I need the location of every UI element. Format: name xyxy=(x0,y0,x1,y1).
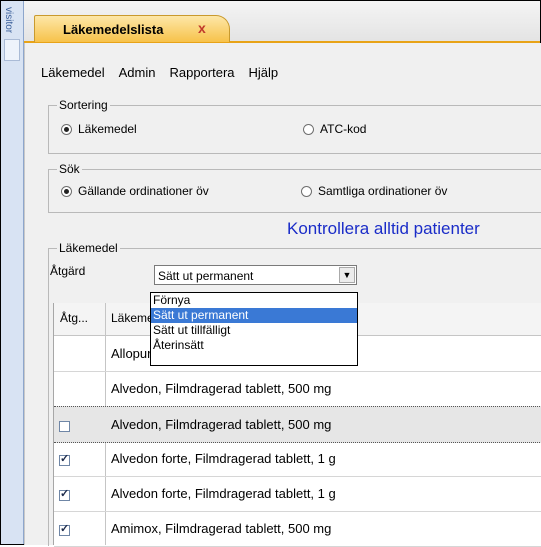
medication-name-cell: Alvedon forte, Filmdragerad tablett, 1 g xyxy=(111,486,336,501)
tab-lakemedelslista[interactable]: Läkemedelslista x xyxy=(34,15,230,42)
tab-title: Läkemedelslista xyxy=(63,22,164,37)
radio-label: ATC-kod xyxy=(320,122,367,136)
row-checkbox[interactable] xyxy=(59,522,70,536)
sok-group: Sök Gällande ordinationer öv Samtliga or… xyxy=(48,162,541,213)
radio-sok-samtliga[interactable]: Samtliga ordinationer öv xyxy=(301,184,447,198)
row-checkbox[interactable] xyxy=(59,421,70,432)
atgard-dropdown-list: Förnya Sätt ut permanent Sätt ut tillfäl… xyxy=(150,292,358,366)
radio-empty-icon xyxy=(301,185,312,197)
dropdown-option-aterinsatt[interactable]: Återinsätt xyxy=(151,338,357,353)
table-row[interactable]: Alvedon, Filmdragerad tablett, 500 mg xyxy=(54,406,541,443)
side-panel-label: visitor xyxy=(3,7,14,34)
dropdown-option-satt-ut-tillfalligt[interactable]: Sätt ut tillfälligt xyxy=(151,323,357,338)
medication-name-cell: Alvedon, Filmdragerad tablett, 500 mg xyxy=(111,417,332,432)
medication-name-cell: Alvedon, Filmdragerad tablett, 500 mg xyxy=(111,381,332,396)
side-panel-handle[interactable] xyxy=(4,39,20,61)
atgard-select[interactable]: Sätt ut permanent ▼ xyxy=(154,265,357,285)
atgard-label: Åtgärd xyxy=(50,264,86,278)
menu-admin[interactable]: Admin xyxy=(119,65,156,80)
table-row[interactable]: Alvedon forte, Filmdragerad tablett, 1 g xyxy=(54,476,541,512)
radio-label: Gällande ordinationer öv xyxy=(78,184,209,198)
medication-name-cell: Alvedon forte, Filmdragerad tablett, 1 g xyxy=(111,451,336,466)
radio-label: Samtliga ordinationer öv xyxy=(318,184,448,198)
column-header-atgard[interactable]: Åtg... xyxy=(60,311,88,325)
dropdown-option-fornya[interactable]: Förnya xyxy=(151,293,357,308)
radio-selected-icon xyxy=(61,123,72,135)
atgard-select-value: Sätt ut permanent xyxy=(158,269,254,283)
warning-text: Kontrollera alltid patienter xyxy=(287,219,480,238)
table-row[interactable]: Alvedon forte, Filmdragerad tablett, 1 g xyxy=(54,441,541,477)
lakemedel-title: Läkemedel xyxy=(57,241,120,255)
row-checkbox[interactable] xyxy=(59,452,70,466)
table-row[interactable]: Amimox, Filmdragerad tablett, 500 mg xyxy=(54,511,541,547)
main-content: Läkemedel Admin Rapportera Hjälp Sorteri… xyxy=(24,43,541,547)
radio-sok-gallande[interactable]: Gällande ordinationer öv xyxy=(61,184,209,198)
row-checkbox[interactable] xyxy=(59,487,70,501)
menu-lakemedel[interactable]: Läkemedel xyxy=(41,65,105,80)
sortering-group: Sortering Läkemedel ATC-kod xyxy=(48,98,541,154)
menu-rapportera[interactable]: Rapportera xyxy=(169,65,234,80)
menu-hjalp[interactable]: Hjälp xyxy=(249,65,279,80)
radio-label: Läkemedel xyxy=(78,122,137,136)
chevron-down-icon[interactable]: ▼ xyxy=(339,267,355,283)
menu-bar: Läkemedel Admin Rapportera Hjälp xyxy=(41,65,278,80)
close-icon[interactable]: x xyxy=(198,20,206,36)
sok-title: Sök xyxy=(57,162,82,176)
radio-empty-icon xyxy=(303,123,314,135)
tab-bar: Läkemedelslista x xyxy=(24,1,540,43)
dropdown-option-satt-ut-permanent[interactable]: Sätt ut permanent xyxy=(151,308,357,323)
sortering-title: Sortering xyxy=(57,98,110,112)
side-panel-strip[interactable]: visitor xyxy=(1,1,24,544)
table-row[interactable]: Alvedon, Filmdragerad tablett, 500 mg xyxy=(54,371,541,407)
radio-sort-lakemedel[interactable]: Läkemedel xyxy=(61,122,137,136)
medication-name-cell: Amimox, Filmdragerad tablett, 500 mg xyxy=(111,521,332,536)
radio-selected-icon xyxy=(61,185,72,197)
radio-sort-atc[interactable]: ATC-kod xyxy=(303,122,366,136)
